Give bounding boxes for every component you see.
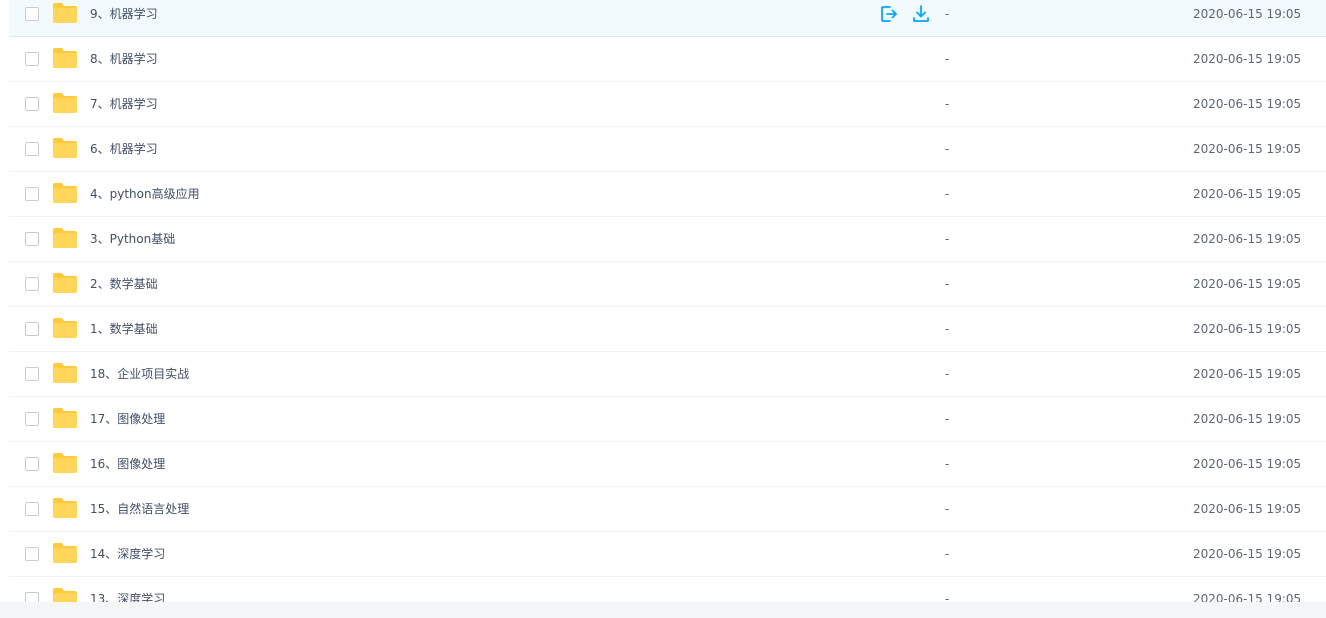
file-row[interactable]: 4、python高级应用 - 2020-06-15 19:05 xyxy=(9,172,1326,217)
folder-icon xyxy=(53,588,77,602)
file-size: - xyxy=(945,502,950,516)
folder-icon xyxy=(53,318,77,338)
file-name[interactable]: 8、机器学习 xyxy=(90,37,158,81)
row-checkbox[interactable] xyxy=(25,142,39,156)
file-name[interactable]: 2、数学基础 xyxy=(90,262,158,306)
row-checkbox[interactable] xyxy=(25,367,39,381)
file-size: - xyxy=(945,7,950,21)
folder-icon xyxy=(53,408,77,428)
file-list: 9、机器学习 - 2020-06-15 19:05 8、机器学习 - 2020-… xyxy=(9,0,1326,602)
file-modified-date: 2020-06-15 19:05 xyxy=(1193,142,1302,156)
file-size: - xyxy=(945,592,950,602)
folder-icon xyxy=(53,273,77,293)
row-checkbox[interactable] xyxy=(25,592,39,602)
folder-icon xyxy=(53,498,77,518)
file-row[interactable]: 8、机器学习 - 2020-06-15 19:05 xyxy=(9,37,1326,82)
file-row[interactable]: 9、机器学习 - 2020-06-15 19:05 xyxy=(9,0,1326,37)
file-modified-date: 2020-06-15 19:05 xyxy=(1193,547,1302,561)
file-name[interactable]: 15、自然语言处理 xyxy=(90,487,189,531)
row-checkbox[interactable] xyxy=(25,187,39,201)
file-row[interactable]: 17、图像处理 - 2020-06-15 19:05 xyxy=(9,397,1326,442)
file-size: - xyxy=(945,367,950,381)
file-size: - xyxy=(945,322,950,336)
file-row[interactable]: 1、数学基础 - 2020-06-15 19:05 xyxy=(9,307,1326,352)
folder-icon xyxy=(53,3,77,23)
folder-icon xyxy=(53,138,77,158)
file-row[interactable]: 15、自然语言处理 - 2020-06-15 19:05 xyxy=(9,487,1326,532)
folder-icon xyxy=(53,363,77,383)
share-icon[interactable] xyxy=(879,4,899,24)
file-row[interactable]: 13、深度学习 - 2020-06-15 19:05 xyxy=(9,577,1326,602)
row-checkbox[interactable] xyxy=(25,502,39,516)
row-checkbox[interactable] xyxy=(25,232,39,246)
file-list-viewport[interactable]: 9、机器学习 - 2020-06-15 19:05 8、机器学习 - 2020-… xyxy=(0,0,1326,602)
row-checkbox[interactable] xyxy=(25,547,39,561)
bottom-bar xyxy=(0,602,1326,618)
file-row[interactable]: 7、机器学习 - 2020-06-15 19:05 xyxy=(9,82,1326,127)
file-size: - xyxy=(945,97,950,111)
file-size: - xyxy=(945,52,950,66)
file-size: - xyxy=(945,232,950,246)
file-modified-date: 2020-06-15 19:05 xyxy=(1193,412,1302,426)
file-name[interactable]: 3、Python基础 xyxy=(90,217,175,261)
file-name[interactable]: 13、深度学习 xyxy=(90,577,165,602)
file-modified-date: 2020-06-15 19:05 xyxy=(1193,457,1302,471)
file-size: - xyxy=(945,412,950,426)
file-modified-date: 2020-06-15 19:05 xyxy=(1193,97,1302,111)
folder-icon xyxy=(53,48,77,68)
file-row[interactable]: 14、深度学习 - 2020-06-15 19:05 xyxy=(9,532,1326,577)
file-size: - xyxy=(945,547,950,561)
folder-icon xyxy=(53,183,77,203)
file-modified-date: 2020-06-15 19:05 xyxy=(1193,187,1302,201)
file-modified-date: 2020-06-15 19:05 xyxy=(1193,277,1302,291)
file-size: - xyxy=(945,457,950,471)
file-modified-date: 2020-06-15 19:05 xyxy=(1193,322,1302,336)
folder-icon xyxy=(53,543,77,563)
file-modified-date: 2020-06-15 19:05 xyxy=(1193,592,1302,602)
file-name[interactable]: 18、企业项目实战 xyxy=(90,352,189,396)
file-modified-date: 2020-06-15 19:05 xyxy=(1193,502,1302,516)
file-size: - xyxy=(945,142,950,156)
file-modified-date: 2020-06-15 19:05 xyxy=(1193,52,1302,66)
file-name[interactable]: 17、图像处理 xyxy=(90,397,165,441)
file-name[interactable]: 6、机器学习 xyxy=(90,127,158,171)
file-modified-date: 2020-06-15 19:05 xyxy=(1193,7,1302,21)
file-name[interactable]: 9、机器学习 xyxy=(90,0,158,36)
row-checkbox[interactable] xyxy=(25,412,39,426)
file-row[interactable]: 3、Python基础 - 2020-06-15 19:05 xyxy=(9,217,1326,262)
row-checkbox[interactable] xyxy=(25,322,39,336)
folder-icon xyxy=(53,93,77,113)
file-row[interactable]: 18、企业项目实战 - 2020-06-15 19:05 xyxy=(9,352,1326,397)
file-name[interactable]: 16、图像处理 xyxy=(90,442,165,486)
file-size: - xyxy=(945,277,950,291)
row-actions xyxy=(879,4,931,24)
row-checkbox[interactable] xyxy=(25,7,39,21)
file-name[interactable]: 7、机器学习 xyxy=(90,82,158,126)
file-row[interactable]: 6、机器学习 - 2020-06-15 19:05 xyxy=(9,127,1326,172)
file-name[interactable]: 14、深度学习 xyxy=(90,532,165,576)
file-size: - xyxy=(945,187,950,201)
row-checkbox[interactable] xyxy=(25,97,39,111)
file-modified-date: 2020-06-15 19:05 xyxy=(1193,232,1302,246)
row-checkbox[interactable] xyxy=(25,277,39,291)
file-name[interactable]: 1、数学基础 xyxy=(90,307,158,351)
folder-icon xyxy=(53,228,77,248)
download-icon[interactable] xyxy=(911,4,931,24)
file-modified-date: 2020-06-15 19:05 xyxy=(1193,367,1302,381)
file-row[interactable]: 16、图像处理 - 2020-06-15 19:05 xyxy=(9,442,1326,487)
file-name[interactable]: 4、python高级应用 xyxy=(90,172,200,216)
row-checkbox[interactable] xyxy=(25,52,39,66)
file-row[interactable]: 2、数学基础 - 2020-06-15 19:05 xyxy=(9,262,1326,307)
folder-icon xyxy=(53,453,77,473)
row-checkbox[interactable] xyxy=(25,457,39,471)
